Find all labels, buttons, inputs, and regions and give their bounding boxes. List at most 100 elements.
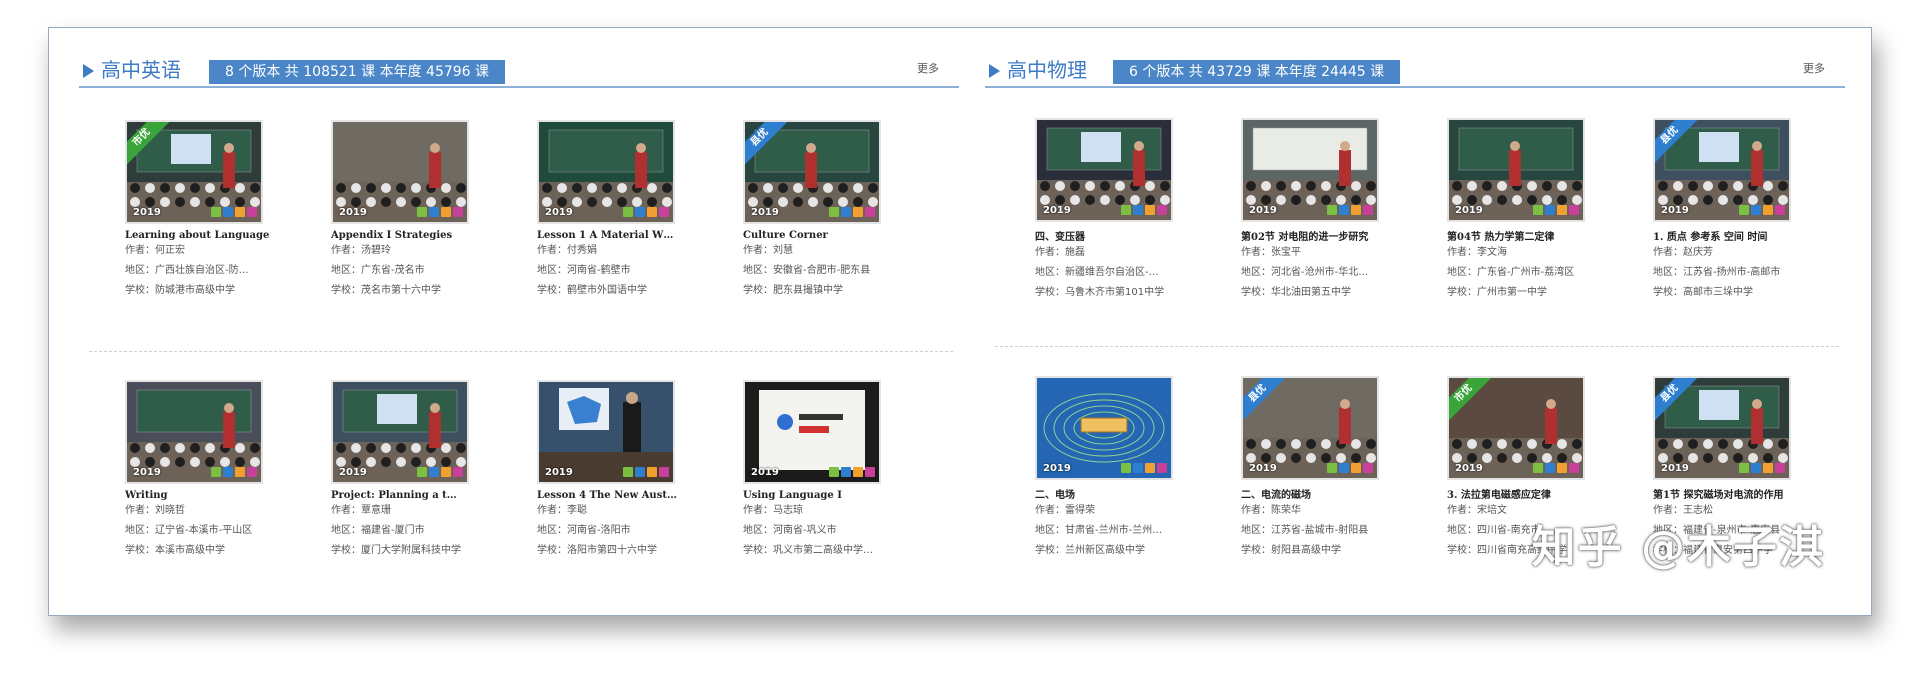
lesson-thumbnail[interactable]: 2019 [1241, 118, 1379, 222]
school-line-value: 广州市第一中学 [1477, 287, 1547, 298]
author-line-label: 作者： [537, 505, 567, 516]
region-line-label: 地区： [743, 525, 773, 536]
region-line-value: 河南省-洛阳市 [567, 525, 631, 536]
region-line-value: 广西壮族自治区-防… [155, 265, 249, 276]
lesson-title[interactable]: Lesson 4 The New Aust… [537, 490, 697, 501]
lesson-card[interactable]: 2019 四、变压器 作者：施磊 地区：新疆维吾尔自治区-… 学校：乌鲁木齐市第101中… [1035, 118, 1175, 303]
region-line-label: 地区： [331, 525, 361, 536]
more-link[interactable]: 更多 [917, 60, 939, 76]
lesson-title[interactable]: Using Language Ⅰ [743, 490, 903, 501]
author-line-label: 作者： [1241, 247, 1271, 258]
region-line-value: 辽宁省-本溪市-平山区 [155, 525, 253, 536]
region-line-label: 地区： [1447, 267, 1477, 278]
video-icon [417, 467, 427, 477]
school-line-value: 射阳县高级中学 [1271, 545, 1341, 556]
author-line: 作者：雷得荣 [1035, 501, 1205, 521]
lesson-title[interactable]: Appendix I Strategies [331, 230, 491, 241]
lesson-title[interactable]: Project: Planning a t… [331, 490, 491, 501]
region-line: 地区：甘肃省-兰州市-兰州… [1035, 521, 1205, 541]
lesson-card[interactable]: 2019 Appendix I Strategies 作者：汤碧玲 地区：广东省-茂名… [331, 120, 471, 301]
lesson-card[interactable]: 2019 二、电场 作者：雷得荣 地区：甘肃省-兰州市-兰州… 学校：兰州新区高级中学 [1035, 376, 1175, 561]
courseware-icon [647, 467, 657, 477]
lesson-thumbnail[interactable]: 县优 2019 [743, 120, 881, 224]
ppt-icon [1339, 463, 1349, 473]
author-line: 作者：汤碧玲 [331, 241, 501, 261]
school-line-value: 防城港市高级中学 [155, 285, 235, 296]
ppt-icon [841, 467, 851, 477]
lesson-thumbnail[interactable]: 市优 2019 [1447, 376, 1585, 480]
lesson-card[interactable]: 2019 Writing 作者：刘晓哲 地区：辽宁省-本溪市-平山区 学校：本溪市高级中… [125, 380, 265, 561]
school-line: 学校：防城港市高级中学 [125, 281, 295, 301]
region-line-label: 地区： [1447, 525, 1477, 536]
author-line-label: 作者： [331, 505, 361, 516]
school-line-label: 学校： [743, 545, 773, 556]
lesson-thumbnail[interactable]: 2019 [331, 380, 469, 484]
lesson-thumbnail[interactable]: 县优 2019 [1653, 118, 1791, 222]
lesson-card[interactable]: 2019 第04节 热力学第二定律 作者：李文海 地区：广东省-广州市-荔湾区 学校：广… [1447, 118, 1587, 303]
lesson-title[interactable]: 1. 质点 参考系 空间 时间 [1653, 228, 1813, 243]
section-title[interactable]: 高中英语 [101, 56, 181, 84]
section-title[interactable]: 高中物理 [1007, 56, 1087, 84]
author-line-value: 马志琼 [773, 505, 803, 516]
lesson-title[interactable]: 3. 法拉第电磁感应定律 [1447, 486, 1607, 501]
lesson-title[interactable]: Culture Corner [743, 230, 903, 241]
region-line-label: 地区： [1035, 525, 1065, 536]
triangle-icon [83, 64, 94, 78]
video-icon [623, 467, 633, 477]
school-line-label: 学校： [1653, 287, 1683, 298]
lesson-thumbnail[interactable]: 2019 [1035, 118, 1173, 222]
lesson-card[interactable]: 2019 Project: Planning a t… 作者：覃意珊 地区：福建省-厦… [331, 380, 471, 561]
video-icon [1739, 205, 1749, 215]
region-line-label: 地区： [1035, 267, 1065, 278]
lesson-thumbnail[interactable]: 2019 [331, 120, 469, 224]
lesson-card[interactable]: 2019 Lesson 4 The New Aust… 作者：李聪 地区：河南省-洛阳… [537, 380, 677, 561]
lesson-thumbnail[interactable]: 2019 [537, 380, 675, 484]
region-line-label: 地区： [537, 265, 567, 276]
region-line: 地区：安徽省-合肥市-肥东县 [743, 261, 913, 281]
author-line-value: 陈荣华 [1271, 505, 1301, 516]
courseware-icon [1557, 205, 1567, 215]
lesson-card[interactable]: 市优 2019 Learning about Language 作者：何正宏 地区：广西… [125, 120, 269, 301]
lesson-title[interactable]: Writing [125, 490, 285, 501]
video-icon [829, 207, 839, 217]
lesson-title[interactable]: 第04节 热力学第二定律 [1447, 228, 1607, 243]
section-stats: 8 个版本 共 108521 课 本年度 45796 课 [209, 60, 506, 84]
lesson-card[interactable]: 县优 2019 Culture Corner 作者：刘慧 地区：安徽省-合肥市-肥东县学… [743, 120, 883, 301]
section-english: 高中英语 8 个版本 共 108521 课 本年度 45796 课 更多 市优 2… [79, 28, 959, 613]
author-line: 作者：覃意珊 [331, 501, 501, 521]
school-line-label: 学校： [743, 285, 773, 296]
year-label: 2019 [751, 207, 779, 218]
lesson-card[interactable]: 2019 Using Language Ⅰ 作者：马志琼 地区：河南省-巩义市 学校：巩… [743, 380, 883, 561]
lesson-title[interactable]: Lesson 1 A Material W… [537, 230, 697, 241]
region-line-value: 河南省-巩义市 [773, 525, 837, 536]
lesson-thumbnail[interactable]: 2019 [743, 380, 881, 484]
lesson-thumbnail[interactable]: 2019 [1447, 118, 1585, 222]
lesson-thumbnail[interactable]: 2019 [537, 120, 675, 224]
lesson-thumbnail[interactable]: 市优 2019 [125, 120, 263, 224]
lesson-thumbnail[interactable]: 县优 2019 [1241, 376, 1379, 480]
video-icon [211, 207, 221, 217]
more-link[interactable]: 更多 [1803, 60, 1825, 76]
lesson-title[interactable]: 四、变压器 [1035, 228, 1195, 243]
document-icon [247, 467, 257, 477]
author-line-value: 覃意珊 [361, 505, 391, 516]
ppt-icon [1751, 205, 1761, 215]
lesson-thumbnail[interactable]: 2019 [125, 380, 263, 484]
lesson-thumbnail[interactable]: 县优 2019 [1653, 376, 1791, 480]
lesson-title[interactable]: 第1节 探究磁场对电流的作用 [1653, 486, 1813, 501]
courseware-icon [235, 207, 245, 217]
lesson-card[interactable]: 县优 2019 1. 质点 参考系 空间 时间 作者：赵庆芳 地区：江苏省-扬州市-高邮… [1653, 118, 1793, 303]
lesson-title[interactable]: 二、电场 [1035, 486, 1195, 501]
school-line: 学校：肥东县撮镇中学 [743, 281, 913, 301]
row-divider [89, 351, 953, 352]
courseware-icon [1763, 205, 1773, 215]
lesson-title[interactable]: Learning about Language [125, 230, 285, 241]
lesson-thumbnail[interactable]: 2019 [1035, 376, 1173, 480]
lesson-card[interactable]: 县优 2019 二、电流的磁场 作者：陈荣华 地区：江苏省-盐城市-射阳县 学校：射阳县高… [1241, 376, 1381, 561]
lesson-card[interactable]: 2019 第02节 对电阻的进一步研究 作者：张宝平 地区：河北省-沧州市-华北… 学校… [1241, 118, 1381, 303]
lesson-card[interactable]: 2019 Lesson 1 A Material W… 作者：付秀娟 地区：河南省-鹤… [537, 120, 677, 301]
author-line-value: 李聪 [567, 505, 587, 516]
school-line-label: 学校： [1241, 287, 1271, 298]
lesson-title[interactable]: 第02节 对电阻的进一步研究 [1241, 228, 1401, 243]
lesson-title[interactable]: 二、电流的磁场 [1241, 486, 1401, 501]
